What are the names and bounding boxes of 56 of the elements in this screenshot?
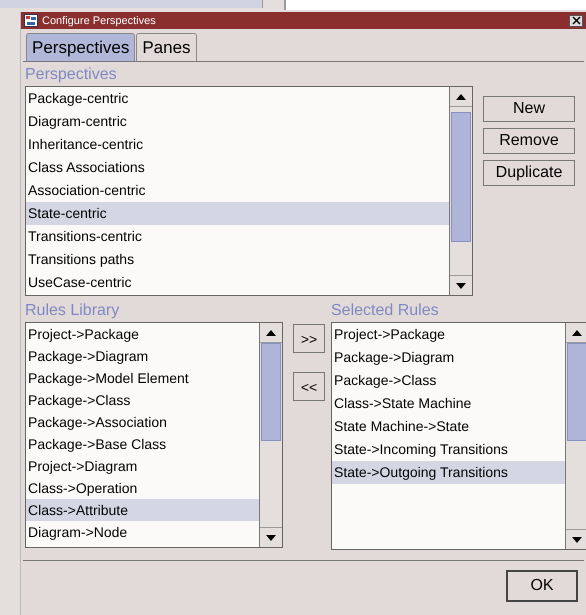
list-item[interactable]: Package-centric: [26, 87, 449, 110]
section-label: Selected Rules: [331, 301, 440, 321]
close-icon: [572, 16, 580, 25]
move-button[interactable]: <<: [293, 372, 325, 401]
list-item[interactable]: Package->Class: [26, 389, 259, 411]
action-button[interactable]: Duplicate: [483, 160, 575, 186]
list-item[interactable]: Diagram-centric: [26, 110, 449, 133]
list-item[interactable]: Class Associations: [26, 156, 449, 179]
list-box[interactable]: Package-centric Diagram-centric Inheritance-centric Class Associations Association-centric State-centric Transitions-centric Transitions paths UseCase-centric: [25, 86, 473, 296]
list-item[interactable]: Class->Operation: [26, 477, 259, 499]
list-item[interactable]: State->Incoming Transitions: [332, 438, 565, 461]
tab[interactable]: Panes: [136, 33, 197, 61]
app-icon: [24, 14, 38, 27]
list-item[interactable]: Class->State Machine: [332, 392, 565, 415]
list-item[interactable]: State->Outgoing Transitions: [332, 461, 565, 484]
ok-button[interactable]: OK: [506, 570, 578, 602]
list-item[interactable]: Inheritance-centric: [26, 133, 449, 156]
section-label: Perspectives: [25, 65, 118, 85]
up-arrow-icon: [456, 94, 466, 100]
list-item[interactable]: State Machine->State: [332, 415, 565, 438]
move-button[interactable]: >>: [293, 324, 325, 353]
scroll-thumb[interactable]: [261, 343, 281, 441]
list-item[interactable]: Association-centric: [26, 179, 449, 202]
list-box[interactable]: Project->Package Package->Diagram Package->Model Element Package->Class Package->Association Package->Base Class Project->Diagram Class->Operation Class->Attribute Diagram->Node: [25, 322, 283, 548]
list-item[interactable]: Transitions-centric: [26, 225, 449, 248]
action-button[interactable]: New: [483, 96, 575, 122]
list-item[interactable]: Package->Association: [26, 411, 259, 433]
down-arrow-icon: [266, 534, 276, 540]
up-arrow-icon: [266, 330, 276, 336]
tab[interactable]: Perspectives: [26, 33, 136, 61]
down-arrow-icon: [456, 282, 466, 288]
up-arrow-icon: [572, 330, 582, 336]
scrollbar[interactable]: [565, 323, 586, 549]
scrollbar[interactable]: [259, 323, 282, 547]
list-item[interactable]: Project->Package: [26, 323, 259, 345]
list-item[interactable]: Package->Diagram: [26, 345, 259, 367]
list-item[interactable]: Package->Diagram: [332, 346, 565, 369]
list-item[interactable]: Diagram->Node: [26, 521, 259, 543]
list-item[interactable]: Package->Base Class: [26, 433, 259, 455]
scrollbar[interactable]: [449, 87, 472, 295]
down-arrow-icon: [572, 536, 582, 542]
list-item[interactable]: State-centric: [26, 202, 449, 225]
list-item[interactable]: Class->Attribute: [26, 499, 259, 521]
scroll-thumb[interactable]: [567, 343, 586, 441]
section-label: Rules Library: [25, 301, 120, 321]
list-item[interactable]: Project->Diagram: [26, 455, 259, 477]
scroll-thumb[interactable]: [451, 112, 471, 242]
list-item[interactable]: Project->Package: [332, 323, 565, 346]
close-button[interactable]: [569, 14, 583, 26]
window-title: Configure Perspectives: [42, 14, 157, 26]
action-button[interactable]: Remove: [483, 128, 575, 154]
list-item[interactable]: Transitions paths: [26, 248, 449, 271]
list-box[interactable]: Project->Package Package->Diagram Package->Class Class->State Machine State Machine->State State->Incoming Transitions State->Outgoing Transitions: [331, 322, 586, 550]
list-item[interactable]: UseCase-centric: [26, 271, 449, 294]
list-item[interactable]: Package->Model Element: [26, 367, 259, 389]
list-item[interactable]: Package->Class: [332, 369, 565, 392]
